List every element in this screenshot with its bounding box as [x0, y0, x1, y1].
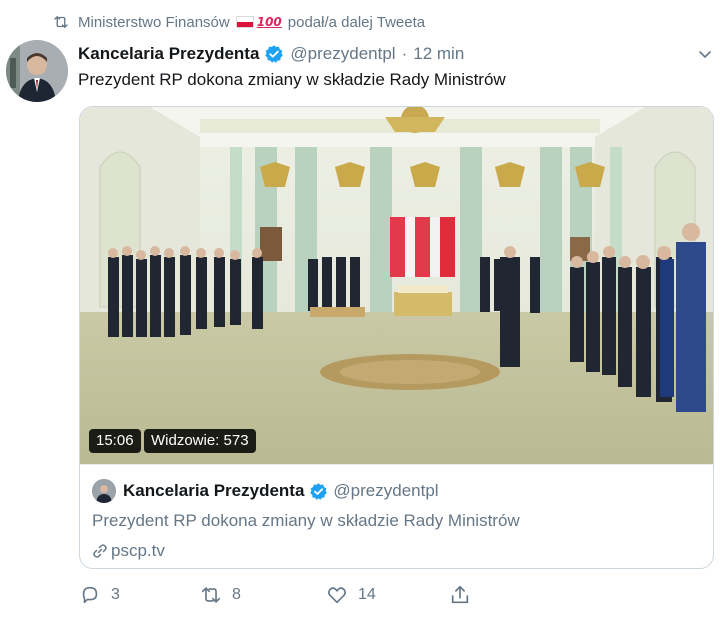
card-details[interactable]: Kancelaria Prezydenta @prezydentpl Prezy… [80, 464, 713, 568]
author-handle[interactable]: @prezydentpl [290, 44, 395, 64]
reply-icon [82, 586, 98, 604]
reply-button[interactable]: 3 [79, 584, 120, 606]
card-description: Prezydent RP dokona zmiany w składzie Ra… [92, 511, 520, 530]
retweet-count: 8 [232, 586, 241, 603]
retweet-icon [54, 16, 68, 28]
card-avatar [92, 479, 116, 503]
poland-flag-icon [235, 16, 254, 28]
card-link[interactable]: pscp.tv [92, 541, 165, 561]
link-icon [93, 544, 107, 558]
verified-badge-icon [265, 45, 284, 63]
retweet-button[interactable]: 8 [200, 584, 241, 606]
card-author-name: Kancelaria Prezydenta [123, 481, 305, 500]
avatar[interactable] [6, 40, 68, 102]
retweet-context: Ministerstwo Finansów 100 podał/a dalej … [52, 12, 425, 32]
video-thumbnail[interactable]: 15:06 Widzowie: 573 [80, 107, 713, 464]
share-icon [451, 585, 469, 604]
card-link-domain[interactable]: pscp.tv [111, 541, 165, 561]
reply-count: 3 [111, 586, 120, 603]
retweet-suffix: podał/a dalej Tweeta [287, 13, 426, 31]
viewers-count-badge: Widzowie: 573 [144, 429, 256, 453]
card-author-handle: @prezydentpl [333, 481, 439, 500]
heart-icon [328, 587, 346, 604]
retweeter-name[interactable]: Ministerstwo Finansów [78, 14, 230, 31]
video-duration-badge: 15:06 [89, 429, 141, 453]
verified-badge-icon [310, 482, 328, 500]
tweet-timestamp[interactable]: 12 min [413, 44, 464, 64]
chevron-down-icon[interactable] [697, 46, 713, 62]
retweet-icon [201, 587, 221, 603]
tweet-actions: 3 8 14 [79, 584, 479, 610]
like-count: 14 [358, 586, 376, 603]
like-button[interactable]: 14 [326, 584, 376, 606]
tweet-text: Prezydent RP dokona zmiany w składzie Ra… [78, 70, 506, 89]
link-card[interactable]: 15:06 Widzowie: 573 Kancelaria Prezydent… [79, 106, 714, 569]
hundred-points-icon: 100 [256, 15, 282, 29]
card-author: Kancelaria Prezydenta @prezydentpl [92, 479, 439, 503]
share-button[interactable] [449, 584, 481, 606]
tweet-header: Kancelaria Prezydenta @prezydentpl · 12 … [78, 42, 713, 66]
author-name[interactable]: Kancelaria Prezydenta [78, 44, 259, 64]
separator-dot: · [401, 44, 408, 63]
